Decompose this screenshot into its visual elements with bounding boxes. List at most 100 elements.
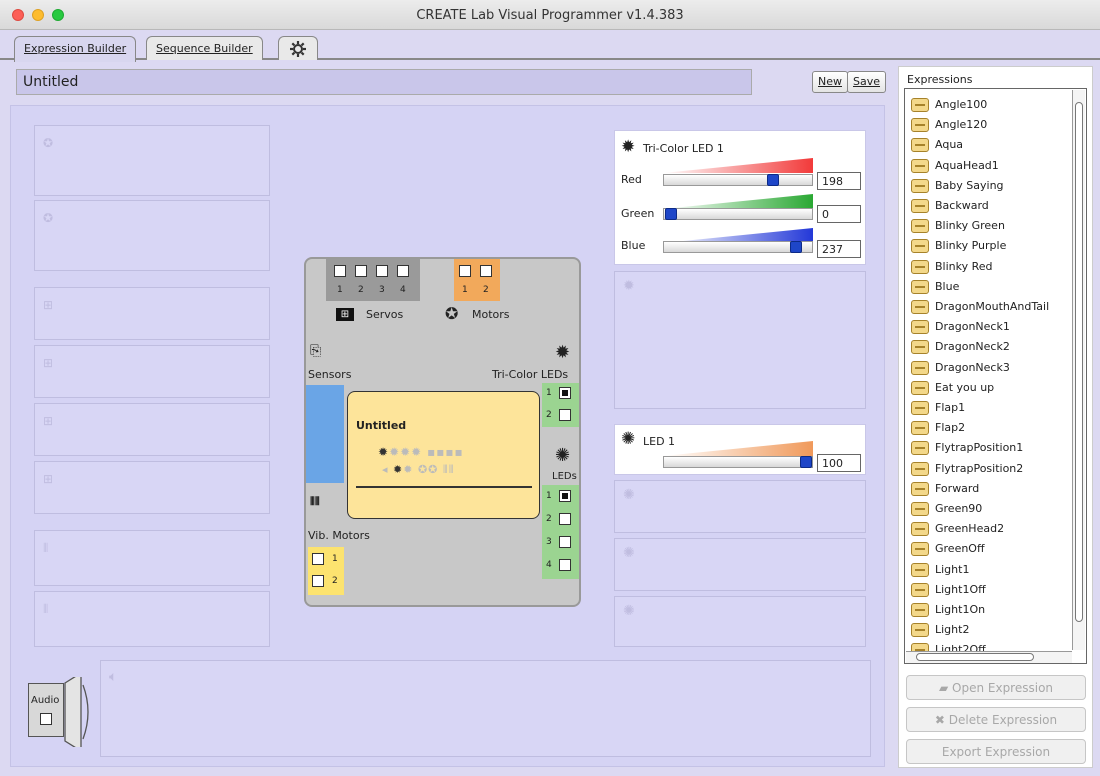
expression-item-label: Backward [935,199,989,212]
green-slider[interactable] [663,208,813,220]
tab-sequence-builder[interactable]: Sequence Builder [146,36,263,60]
led-slot[interactable]: ✺ [614,596,866,647]
led-port-checkbox[interactable] [559,559,571,571]
expression-list-item[interactable]: AquaHead1 [911,156,1071,176]
expression-list-item[interactable]: DragonNeck3 [911,358,1071,378]
sensors-port-strip[interactable] [306,385,344,483]
expression-list-item[interactable]: Green90 [911,499,1071,519]
tab-settings[interactable] [278,36,318,60]
expression-list-item[interactable]: FlytrapPosition2 [911,459,1071,479]
expression-item-label: Blinky Green [935,219,1005,233]
green-value-field[interactable]: 0 [817,205,861,223]
blue-value-field[interactable]: 237 [817,240,861,258]
expression-list-item[interactable]: DragonMouthAndTail [911,297,1071,317]
tricolor-port-checkbox[interactable] [559,409,571,421]
expression-list-item[interactable]: Light1On [911,600,1071,620]
motor-icon: ⊞ [43,298,54,312]
motor-slot[interactable]: ⊞ [34,287,270,340]
delete-expression-label: Delete Expression [948,713,1058,727]
expression-item-label: Angle120 [935,118,988,132]
red-slider[interactable] [663,174,813,186]
expression-item-label: DragonNeck3 [935,360,1010,374]
motor-slot[interactable]: ⊞ [34,461,270,514]
motor-port-checkbox[interactable] [480,265,492,277]
led-title: LED 1 [643,435,676,448]
expression-list-item[interactable]: Angle100 [911,95,1071,115]
motor-slot[interactable]: ⊞ [34,345,270,398]
delete-expression-button[interactable]: ✖ Delete Expression [906,707,1086,732]
audio-slot[interactable]: 🔈︎ [100,660,871,757]
vertical-scroll-thumb[interactable] [1075,102,1083,622]
expression-list-item[interactable]: Flap1 [911,398,1071,418]
vib-motor-slot[interactable]: ⦀ [34,530,270,586]
audio-toggle[interactable]: Audio [28,683,64,737]
export-expression-button[interactable]: Export Expression [906,739,1086,764]
red-slider-thumb[interactable] [767,174,779,186]
vib-port-checkbox[interactable] [312,553,324,565]
servo-slot[interactable]: ✪ [34,125,270,196]
expression-file-icon [911,199,929,213]
expression-list-item[interactable]: Angle120 [911,115,1071,135]
blue-slider[interactable] [663,241,813,253]
led-port-number: 3 [546,537,552,547]
expression-file-icon [911,138,929,153]
led-value-field[interactable]: 100 [817,454,861,472]
open-expression-button[interactable]: ▰ Open Expression [906,675,1086,700]
expression-list-item[interactable]: Light2 [911,620,1071,640]
green-slider-thumb[interactable] [665,208,677,220]
expression-list-item[interactable]: Forward [911,479,1071,499]
led-slider-thumb[interactable] [800,456,812,468]
led-port-checkbox[interactable] [559,536,571,548]
expression-list-item[interactable]: Baby Saying [911,176,1071,196]
audio-checkbox[interactable] [40,713,52,725]
expression-list-item[interactable]: Light1Off [911,580,1071,600]
servo-slot[interactable]: ✪ [34,200,270,271]
save-button[interactable]: Save [847,71,887,93]
led-slot[interactable]: ✺ [614,480,866,533]
expression-list-item[interactable]: Backward [911,196,1071,216]
servo-port-checkbox[interactable] [355,265,367,277]
expression-list-item[interactable]: GreenOff [911,539,1071,559]
vib-motor-slot[interactable]: ⦀ [34,591,270,647]
servo-port-checkbox[interactable] [376,265,388,277]
expression-name-field[interactable]: Untitled [16,69,752,95]
expression-list-item[interactable]: Blinky Green [911,216,1071,236]
expression-list-item[interactable]: Blinky Red [911,257,1071,277]
expression-list-item[interactable]: DragonNeck1 [911,317,1071,337]
expressions-list[interactable]: Angle100 Angle120 Aqua AquaHead1 Baby Saying… [904,88,1087,664]
expression-file-icon [911,623,929,638]
expression-list-item[interactable]: DragonNeck2 [911,337,1071,357]
horizontal-scroll-thumb[interactable] [916,653,1034,661]
tricolor-led-icon: ✹ [623,278,635,294]
tricolor-port-checkbox[interactable] [559,387,571,399]
expression-list-item[interactable]: Light1 [911,560,1071,580]
expression-file-icon [911,360,929,375]
expression-list-item[interactable]: Blinky Purple [911,236,1071,256]
servo-port-checkbox[interactable] [334,265,346,277]
expression-list-item[interactable]: Aqua [911,135,1071,155]
led-slot[interactable]: ✺ [614,538,866,591]
vib-port-checkbox[interactable] [312,575,324,587]
expression-list-item[interactable]: GreenHead2 [911,519,1071,539]
new-button[interactable]: New [812,71,848,93]
expression-file-icon [911,421,929,436]
motor-slot[interactable]: ⊞ [34,403,270,456]
red-value-field[interactable]: 198 [817,172,861,190]
led-port-checkbox[interactable] [559,490,571,502]
blue-slider-thumb[interactable] [790,241,802,253]
motor-port-checkbox[interactable] [459,265,471,277]
expression-list-item[interactable]: Eat you up [911,378,1071,398]
expression-item-label: Light1On [935,603,986,616]
led-slider[interactable] [663,456,813,468]
tab-expression-builder[interactable]: Expression Builder [14,36,137,62]
expression-list-item[interactable]: Blue [911,277,1071,297]
led-port-checkbox[interactable] [559,513,571,525]
servo-port-checkbox[interactable] [397,265,409,277]
expression-list-item[interactable]: FlytrapPosition1 [911,438,1071,458]
expressions-vertical-scrollbar[interactable] [1072,90,1085,650]
tricolor-leds-label: Tri-Color LEDs [492,368,569,381]
vib-port-number: 2 [332,576,338,586]
expressions-horizontal-scrollbar[interactable] [906,651,1072,663]
tricolor-led-slot[interactable]: ✹ [614,271,866,409]
expression-list-item[interactable]: Flap2 [911,418,1071,438]
